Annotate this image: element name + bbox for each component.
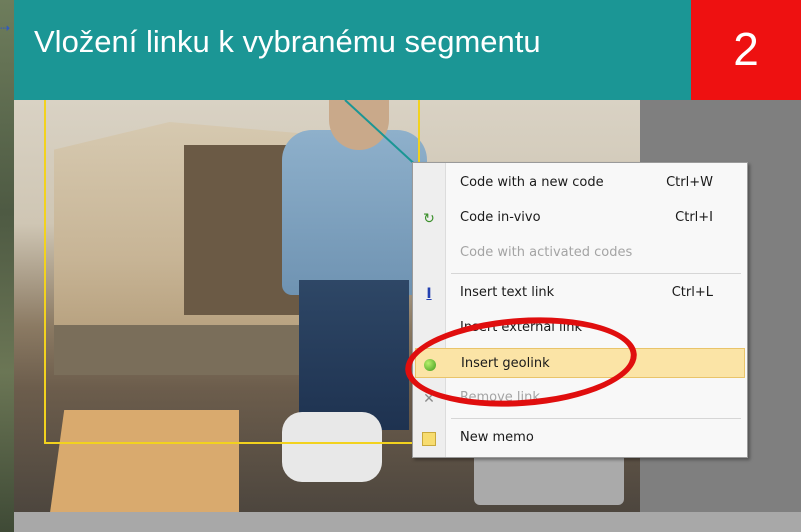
slide-number-badge: 2 <box>691 0 801 100</box>
menu-item-code-with-new-code[interactable]: Code with a new code Ctrl+W <box>415 168 745 198</box>
slide-title: Vložení linku k vybranému segmentu <box>34 24 541 59</box>
memo-note-icon <box>420 430 438 448</box>
bottom-bar <box>14 512 801 532</box>
menu-separator <box>451 418 741 419</box>
menu-item-shortcut: Ctrl+L <box>671 285 713 300</box>
menu-item-shortcut: Ctrl+W <box>666 175 713 190</box>
selected-segment-frame[interactable] <box>44 100 420 444</box>
menu-item-code-with-activated-codes: Code with activated codes <box>415 238 745 268</box>
text-link-icon: I <box>426 286 432 302</box>
menu-item-shortcut: Ctrl+I <box>675 210 713 225</box>
menu-item-label: Code with activated codes <box>460 245 633 260</box>
menu-separator <box>451 273 741 274</box>
menu-item-new-memo[interactable]: New memo <box>415 423 745 453</box>
slide-number: 2 <box>733 23 759 75</box>
background-map-strip: ⇢ <box>0 0 14 532</box>
menu-item-label: New memo <box>460 430 534 445</box>
menu-item-label: Code with a new code <box>460 175 604 190</box>
arrow-icon: ⇢ <box>0 21 11 35</box>
context-menu: Code with a new code Ctrl+W ↻ Code in-vi… <box>412 162 748 458</box>
slide-header: Vložení linku k vybranému segmentu <box>14 0 691 100</box>
menu-item-label: Code in-vivo <box>460 210 541 225</box>
menu-item-insert-text-link[interactable]: I Insert text link Ctrl+L <box>415 278 745 308</box>
in-vivo-code-icon: ↻ <box>423 211 435 227</box>
menu-item-code-in-vivo[interactable]: ↻ Code in-vivo Ctrl+I <box>415 203 745 233</box>
menu-item-label: Insert text link <box>460 285 555 300</box>
